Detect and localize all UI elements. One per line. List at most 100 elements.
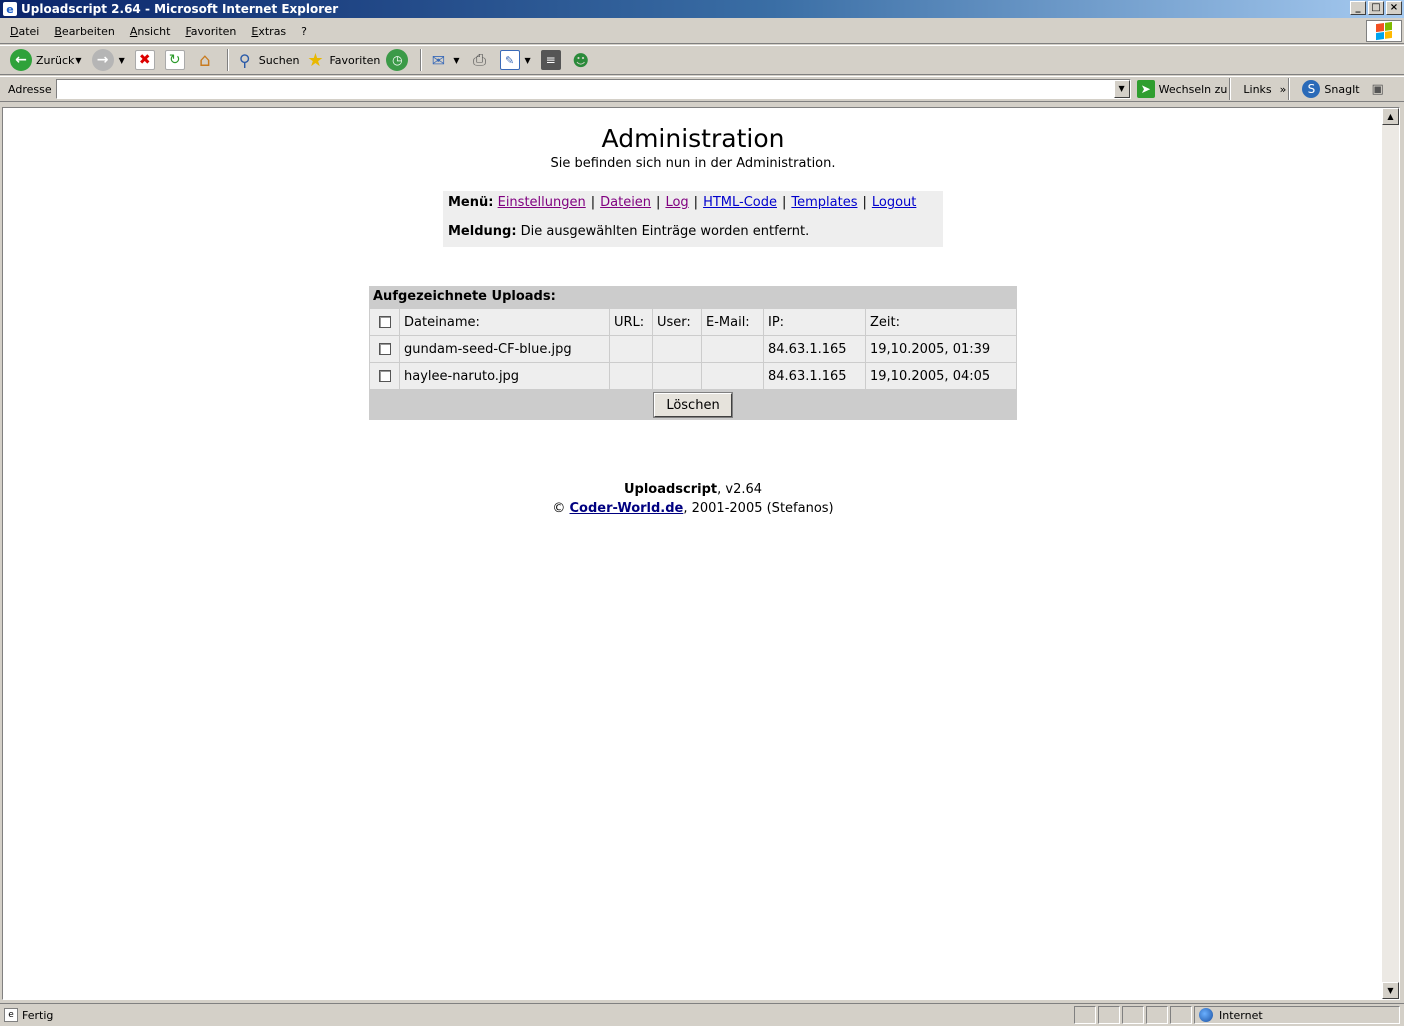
menu-separator: | xyxy=(590,195,596,210)
row-checkbox-cell xyxy=(370,363,400,389)
forward-button[interactable]: → ▼ xyxy=(91,49,129,71)
go-button[interactable]: ➤ Wechseln zu xyxy=(1136,80,1228,98)
messenger-button[interactable]: ☻ xyxy=(571,50,595,70)
discuss-button[interactable]: ≡ xyxy=(540,50,565,70)
mail-icon: ✉ xyxy=(431,50,446,70)
links-button[interactable]: Links » xyxy=(1243,83,1286,96)
address-input[interactable]: ▼ xyxy=(55,79,1131,99)
security-zone[interactable]: Internet xyxy=(1194,1006,1400,1024)
stop-button[interactable]: ✖ xyxy=(134,50,159,70)
status-cell xyxy=(1074,1006,1096,1024)
dropdown-arrow-icon[interactable]: ▼ xyxy=(119,56,125,65)
link-log[interactable]: Log xyxy=(665,195,688,210)
menu-bearbeiten[interactable]: Bearbeiten xyxy=(54,25,114,38)
go-arrow-icon: ➤ xyxy=(1136,80,1155,98)
minimize-button[interactable]: _ xyxy=(1350,1,1366,15)
dropdown-arrow-icon[interactable]: ▼ xyxy=(75,56,81,65)
toolbar-separator xyxy=(1229,78,1232,100)
link-html-code[interactable]: HTML-Code xyxy=(703,195,777,210)
discuss-icon: ≡ xyxy=(540,50,561,70)
page-content: Administration Sie befinden sich nun in … xyxy=(3,108,1383,999)
footer-line-1: Uploadscript, v2.64 xyxy=(3,480,1383,499)
uploads-footer: Löschen xyxy=(369,390,1017,420)
menu-ansicht[interactable]: Ansicht xyxy=(130,25,171,38)
col-url: URL: xyxy=(610,309,653,335)
ie-icon: e xyxy=(3,2,17,16)
table-row: gundam-seed-CF-blue.jpg 84.63.1.165 19,1… xyxy=(370,336,1016,362)
coder-world-link[interactable]: Coder-World.de xyxy=(570,501,684,516)
page-footer: Uploadscript, v2.64 © Coder-World.de, 20… xyxy=(3,480,1383,518)
scroll-up-icon[interactable]: ▲ xyxy=(1382,108,1399,125)
favorites-button[interactable]: ★ Favoriten xyxy=(305,50,381,71)
go-label: Wechseln zu xyxy=(1158,82,1228,96)
address-bar: Adresse ▼ ➤ Wechseln zu Links » S SnagIt… xyxy=(0,76,1404,102)
delete-button[interactable]: Löschen xyxy=(653,392,733,418)
cell-ip: 84.63.1.165 xyxy=(764,363,866,389)
snagit-window-icon[interactable]: ▣ xyxy=(1368,79,1388,99)
link-einstellungen[interactable]: Einstellungen xyxy=(498,195,586,210)
edit-icon: ✎ xyxy=(499,50,520,70)
status-bar: e Fertig Internet xyxy=(0,1003,1404,1026)
cell-time: 19,10.2005, 04:05 xyxy=(866,363,1016,389)
refresh-icon: ↻ xyxy=(164,50,185,70)
row-checkbox[interactable] xyxy=(378,343,391,355)
cell-email xyxy=(702,336,764,362)
link-templates[interactable]: Templates xyxy=(791,195,857,210)
favorites-label: Favoriten xyxy=(329,53,381,67)
uploads-panel: Aufgezeichnete Uploads: Dateiname: URL: … xyxy=(369,286,1017,420)
footer-product: Uploadscript xyxy=(623,482,718,497)
select-all-cell xyxy=(370,309,400,335)
col-zeit: Zeit: xyxy=(866,309,1016,335)
page-status-icon: e xyxy=(4,1008,18,1022)
vertical-scrollbar[interactable]: ▲ ▼ xyxy=(1382,108,1399,999)
chevron-right-icon: » xyxy=(1279,82,1287,96)
snagit-label: SnagIt xyxy=(1324,82,1360,96)
edit-button[interactable]: ✎ ▼ xyxy=(499,50,535,70)
home-icon: ⌂ xyxy=(199,49,211,71)
print-button[interactable]: ⎙ xyxy=(470,50,494,70)
status-cell xyxy=(1146,1006,1168,1024)
history-button[interactable]: ◷ xyxy=(386,49,412,71)
address-dropdown-icon[interactable]: ▼ xyxy=(1113,80,1130,98)
menu-datei[interactable]: Datei xyxy=(10,25,39,38)
snagit-button[interactable]: S SnagIt ▣ xyxy=(1302,79,1391,99)
globe-icon xyxy=(1199,1008,1213,1022)
select-all-checkbox[interactable] xyxy=(378,316,391,328)
home-button[interactable]: ⌂ xyxy=(195,49,219,71)
admin-menu: Menü: Einstellungen | Dateien | Log | HTML-Cod… xyxy=(443,191,943,247)
link-dateien[interactable]: Dateien xyxy=(600,195,651,210)
maximize-button[interactable]: □ xyxy=(1368,1,1384,15)
footer-line-2: © Coder-World.de, 2001-2005 (Stefanos) xyxy=(3,499,1383,518)
cell-user xyxy=(653,336,702,362)
copyright-symbol: © xyxy=(552,501,566,516)
col-ip: IP: xyxy=(764,309,866,335)
link-logout[interactable]: Logout xyxy=(872,195,917,210)
menu-separator: | xyxy=(862,195,867,210)
row-checkbox[interactable] xyxy=(378,370,391,382)
dropdown-arrow-icon[interactable]: ▼ xyxy=(453,56,459,65)
refresh-button[interactable]: ↻ xyxy=(164,50,189,70)
windows-flag-icon xyxy=(1376,21,1392,41)
uploads-table: Dateiname: URL: User: E-Mail: IP: Zeit: … xyxy=(370,308,1016,390)
windows-logo xyxy=(1366,20,1402,42)
message-text: Die ausgewählten Einträge worden entfern… xyxy=(520,224,810,239)
close-button[interactable]: × xyxy=(1386,1,1402,15)
menu-help[interactable]: ? xyxy=(301,25,307,38)
dropdown-arrow-icon[interactable]: ▼ xyxy=(525,56,531,65)
mail-button[interactable]: ✉ ▼ xyxy=(428,50,463,70)
scroll-down-icon[interactable]: ▼ xyxy=(1382,982,1399,999)
menu-separator: | xyxy=(781,195,787,210)
forward-arrow-icon: → xyxy=(91,49,114,71)
status-cell xyxy=(1098,1006,1120,1024)
menu-favoriten[interactable]: Favoriten xyxy=(185,25,236,38)
snagit-icon: S xyxy=(1302,80,1321,98)
links-label: Links xyxy=(1243,82,1272,96)
back-button[interactable]: ← Zurück ▼ xyxy=(10,49,86,71)
cell-url xyxy=(610,363,653,389)
table-header-row: Dateiname: URL: User: E-Mail: IP: Zeit: xyxy=(370,309,1016,335)
menu-extras[interactable]: Extras xyxy=(251,25,286,38)
history-icon: ◷ xyxy=(386,49,409,71)
uploads-heading: Aufgezeichnete Uploads: xyxy=(373,289,556,304)
page-title: Administration xyxy=(601,124,785,153)
search-button[interactable]: ⚲ Suchen xyxy=(235,50,300,70)
